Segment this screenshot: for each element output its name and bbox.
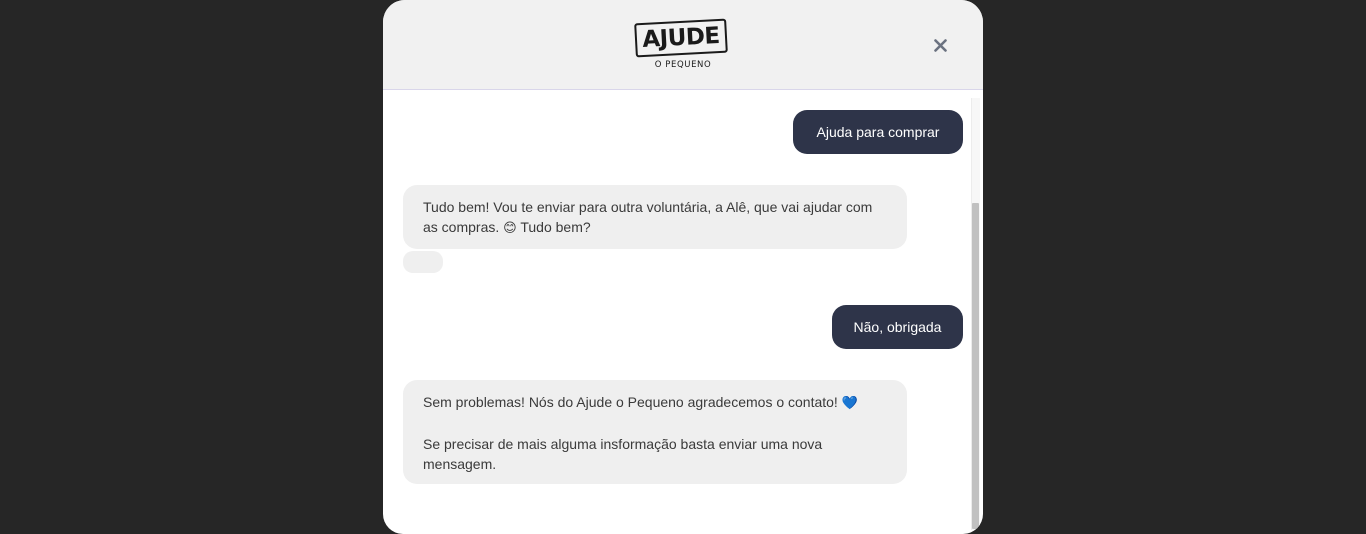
bot-message-text: Sem problemas! Nós do Ajude o Pequeno ag… (423, 394, 842, 410)
user-message-bubble: Ajuda para comprar (793, 110, 963, 154)
logo-word: AJUDE (641, 22, 721, 53)
close-button[interactable] (930, 34, 950, 56)
smile-emoji-icon: 😊 (503, 221, 517, 236)
ajude-o-pequeno-logo: AJUDE O PEQUENO (634, 18, 732, 74)
blue-heart-icon: 💙 (841, 396, 858, 411)
chat-modal: AJUDE O PEQUENO Ajuda para comprar Tudo … (383, 0, 983, 534)
logo-subtitle: O PEQUENO (654, 60, 712, 70)
bot-message-line-2: Se precisar de mais alguma insformação b… (423, 436, 823, 472)
typing-indicator-bubble (403, 251, 443, 273)
chat-messages[interactable]: Ajuda para comprar Tudo bem! Vou te envi… (383, 90, 983, 534)
close-icon (933, 38, 947, 52)
bot-message-line-1: Sem problemas! Nós do Ajude o Pequeno ag… (423, 392, 887, 414)
bot-message-text: Tudo bem! Vou te enviar para outra volun… (423, 197, 887, 239)
user-message-bubble: Não, obrigada (832, 305, 963, 349)
logo-frame: AJUDE (634, 18, 728, 58)
bot-message-bubble: Tudo bem! Vou te enviar para outra volun… (403, 185, 907, 249)
bot-message-text-end: Tudo bem? (516, 219, 591, 235)
scrollbar-thumb[interactable] (972, 203, 979, 529)
modal-header: AJUDE O PEQUENO (383, 0, 983, 90)
bot-message-bubble: Sem problemas! Nós do Ajude o Pequeno ag… (403, 380, 907, 484)
bot-message-text-start: Tudo bem! Vou te enviar para outra volun… (423, 199, 873, 235)
